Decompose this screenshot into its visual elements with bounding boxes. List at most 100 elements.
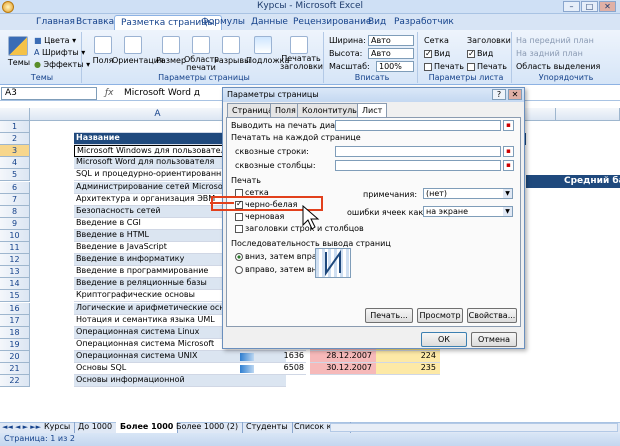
minimize-button[interactable]: – [563, 1, 580, 12]
cell-students[interactable]: 6508 [260, 363, 306, 375]
print-area-button[interactable]: Область печати [184, 56, 219, 72]
radio-selected-icon [235, 252, 243, 261]
print-titles-button[interactable]: Печатать заголовки [280, 55, 323, 71]
dialog-tab-sheet[interactable]: Лист [357, 103, 388, 118]
row-header[interactable]: 15 [0, 290, 30, 302]
data-bar [240, 353, 254, 361]
row-header[interactable]: 12 [0, 254, 30, 266]
print-area-collapse-icon[interactable]: ▪ [503, 120, 514, 131]
preview-button[interactable]: Просмотр [417, 308, 463, 323]
cell-score[interactable]: 224 [376, 351, 440, 363]
sheet-nav-arrows-icon[interactable]: ◄◄ ◄ ► ►► [2, 422, 41, 432]
grid-print-checkbox[interactable]: Печать [424, 61, 464, 72]
cols-through-collapse-icon[interactable]: ▪ [503, 160, 514, 171]
sheet-tab[interactable]: Курсы [40, 422, 76, 433]
breaks-button[interactable]: Разрывы [214, 56, 250, 65]
sheet-tab[interactable]: Более 1000 [116, 422, 179, 433]
row-header[interactable]: 2 [0, 133, 30, 145]
sheet-tab[interactable]: Более 1000 (2) [172, 422, 244, 433]
row-header[interactable]: 9 [0, 218, 30, 230]
sheet-tab[interactable]: До 1000 [74, 422, 118, 433]
row-header[interactable]: 4 [0, 157, 30, 169]
width-combo[interactable]: Авто [368, 35, 414, 46]
horizontal-scrollbar[interactable] [330, 423, 618, 432]
themes-icon[interactable] [8, 36, 28, 56]
headings-checkbox[interactable]: заголовки строк и столбцов [235, 224, 364, 233]
cell-name[interactable]: Операционная система UNIX [74, 351, 286, 363]
dialog-close-button[interactable]: ✕ [508, 89, 522, 100]
print-button[interactable]: Печать... [365, 308, 413, 323]
right-column-header-cell[interactable]: Средний ба [560, 175, 620, 188]
window-title: Курсы - Microsoft Excel [256, 1, 364, 11]
tab-insert[interactable]: Вставка [70, 15, 120, 30]
cancel-button[interactable]: Отмена [471, 332, 517, 347]
errors-select[interactable]: на экране ▼ [423, 206, 513, 217]
close-button[interactable]: ✕ [599, 1, 616, 12]
row-header[interactable]: 17 [0, 315, 30, 327]
sheet-tab[interactable]: Студенты [242, 422, 293, 433]
orientation-button[interactable]: Ориентация [112, 56, 164, 65]
breaks-icon [222, 36, 240, 54]
headings-print-checkbox[interactable]: Печать [467, 61, 507, 72]
row-header[interactable]: 11 [0, 242, 30, 254]
dialog-tab-headers[interactable]: Колонтитулы [297, 103, 364, 117]
row-header[interactable]: 13 [0, 266, 30, 278]
row-header[interactable]: 20 [0, 351, 30, 363]
row-header[interactable]: 22 [0, 375, 30, 387]
properties-button[interactable]: Свойства... [467, 308, 517, 323]
height-combo[interactable]: Авто [368, 48, 414, 59]
grid-view-checkbox[interactable]: Вид [424, 48, 450, 59]
theme-fonts-button[interactable]: A Шрифты ▾ [34, 47, 85, 58]
row-header[interactable]: 7 [0, 194, 30, 206]
size-button[interactable]: Размер [156, 56, 186, 65]
send-back-button[interactable]: На задний план [516, 48, 583, 59]
column-header-f[interactable] [556, 108, 620, 121]
rows-through-collapse-icon[interactable]: ▪ [503, 146, 514, 157]
maximize-button[interactable]: □ [581, 1, 598, 12]
row-header[interactable]: 21 [0, 363, 30, 375]
draft-checkbox[interactable]: черновая [235, 212, 284, 221]
background-button[interactable]: Подложка [246, 56, 289, 65]
row-header[interactable]: 16 [0, 303, 30, 315]
cell-date[interactable]: 30.12.2007 [310, 363, 376, 375]
bring-front-button[interactable]: На передний план [516, 35, 594, 46]
cell-score[interactable]: 235 [376, 363, 440, 375]
theme-effects-button[interactable]: ● Эффекты ▾ [34, 59, 90, 70]
rows-through-input[interactable] [335, 146, 501, 157]
select-all-corner[interactable] [0, 108, 30, 121]
ok-button[interactable]: ОК [421, 332, 467, 347]
row-header[interactable]: 8 [0, 206, 30, 218]
cell-date[interactable]: 28.12.2007 [310, 351, 376, 363]
cell-name[interactable]: Основы информационной [74, 375, 286, 387]
page-order-label: Последовательность вывода страниц [231, 239, 391, 248]
row-header[interactable]: 19 [0, 339, 30, 351]
row-header[interactable]: 10 [0, 230, 30, 242]
theme-colors-button[interactable]: ■ Цвета ▾ [34, 35, 76, 46]
dialog-help-button[interactable]: ? [492, 89, 506, 100]
headings-view-checkbox[interactable]: Вид [467, 48, 493, 59]
row-header[interactable]: 1 [0, 121, 30, 133]
order-arrow-icon [325, 249, 341, 277]
cols-through-input[interactable] [335, 160, 501, 171]
over-then-down-radio[interactable]: вправо, затем вниз [235, 265, 326, 274]
rows-through-label: сквозные строки: [235, 147, 309, 156]
selection-pane-button[interactable]: Область выделения [516, 61, 600, 72]
comments-select[interactable]: (нет) ▼ [423, 188, 513, 199]
tab-formulas[interactable]: Формулы [195, 15, 251, 30]
page-setup-group-label: Параметры страницы [158, 73, 250, 82]
cell-name[interactable]: Основы SQL [74, 363, 286, 375]
row-header[interactable]: 18 [0, 327, 30, 339]
formula-input[interactable]: Microsoft Word д [124, 88, 220, 98]
down-then-over-radio[interactable]: вниз, затем вправо [235, 252, 326, 261]
row-header[interactable]: 3 [0, 145, 30, 157]
scale-spinner[interactable]: 100% [376, 61, 414, 72]
row-header[interactable]: 14 [0, 278, 30, 290]
row-header[interactable]: 5 [0, 169, 30, 181]
cell-students[interactable]: 1636 [260, 351, 306, 363]
row-header[interactable]: 6 [0, 182, 30, 194]
themes-button[interactable]: Темы [5, 58, 33, 67]
name-box[interactable]: A3 [1, 87, 97, 100]
print-area-input[interactable] [335, 120, 501, 131]
cols-through-label: сквозные столбцы: [235, 161, 316, 170]
tab-developer[interactable]: Разработчик [388, 15, 460, 30]
